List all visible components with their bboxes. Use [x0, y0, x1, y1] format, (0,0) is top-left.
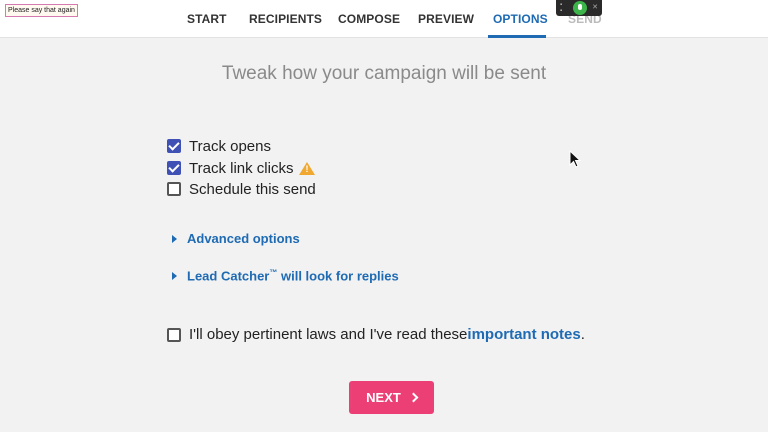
- agreement-text: I'll obey pertinent laws and I've read t…: [189, 326, 468, 343]
- tab-options[interactable]: OPTIONS: [493, 12, 548, 26]
- option-track-opens[interactable]: Track opens: [167, 137, 271, 155]
- voice-control-widget[interactable]: ▪ ▪ ✕: [556, 0, 602, 16]
- top-nav-bar: START RECIPIENTS COMPOSE PREVIEW OPTIONS…: [0, 0, 768, 38]
- close-icon[interactable]: ✕: [592, 3, 598, 11]
- advanced-options-label: Advanced options: [187, 231, 300, 246]
- track-link-clicks-label: Track link clicks: [189, 159, 294, 177]
- track-link-clicks-checkbox[interactable]: [167, 161, 181, 175]
- widget-menu-icon[interactable]: ▪ ▪: [560, 2, 566, 14]
- chevron-right-icon: [408, 392, 419, 403]
- agreement-checkbox[interactable]: [167, 327, 181, 342]
- schedule-send-label: Schedule this send: [189, 180, 316, 198]
- schedule-send-checkbox[interactable]: [167, 182, 181, 196]
- caret-right-icon: [172, 234, 177, 243]
- important-notes-link[interactable]: important notes: [467, 326, 580, 343]
- tab-preview[interactable]: PREVIEW: [418, 12, 474, 26]
- agreement-period: .: [580, 326, 585, 343]
- advanced-options-toggle[interactable]: Advanced options: [172, 231, 300, 246]
- microphone-icon[interactable]: [573, 1, 587, 15]
- next-button[interactable]: NEXT: [349, 381, 434, 414]
- lead-catcher-label: Lead Catcher™ will look for replies: [187, 268, 399, 284]
- lead-catcher-toggle[interactable]: Lead Catcher™ will look for replies: [172, 268, 399, 283]
- track-opens-label: Track opens: [189, 137, 271, 155]
- track-opens-checkbox[interactable]: [167, 139, 181, 153]
- voice-tooltip: Please say that again: [5, 4, 78, 17]
- active-tab-indicator: [488, 35, 546, 38]
- next-button-label: NEXT: [366, 390, 401, 405]
- tab-start[interactable]: START: [187, 12, 227, 26]
- option-track-link-clicks[interactable]: Track link clicks: [167, 159, 316, 177]
- option-schedule-send[interactable]: Schedule this send: [167, 180, 316, 198]
- page-title: Tweak how your campaign will be sent: [221, 63, 547, 84]
- caret-right-icon: [172, 271, 177, 280]
- agreement-row[interactable]: I'll obey pertinent laws and I've read t…: [167, 326, 585, 343]
- warning-icon[interactable]: [299, 161, 316, 175]
- mouse-cursor-icon: [569, 149, 582, 173]
- tab-compose[interactable]: COMPOSE: [338, 12, 400, 26]
- tab-recipients[interactable]: RECIPIENTS: [249, 12, 322, 26]
